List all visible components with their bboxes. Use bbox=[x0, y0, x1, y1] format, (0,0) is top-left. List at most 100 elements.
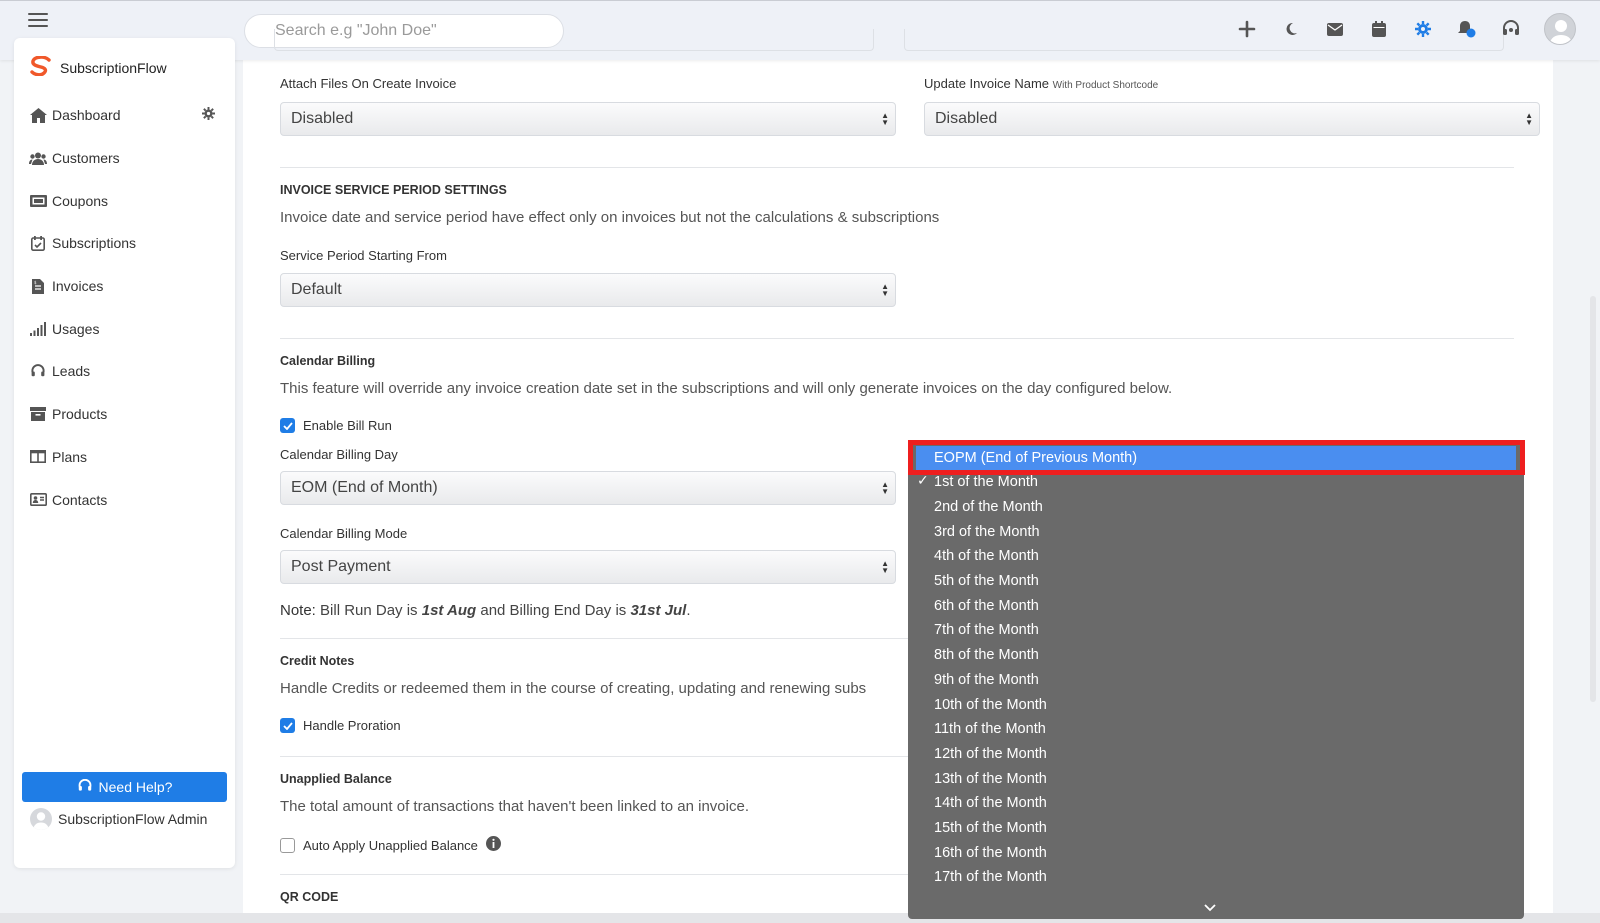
dropdown-option-label: 17th of the Month bbox=[934, 869, 1047, 886]
vertical-scrollbar[interactable] bbox=[1590, 296, 1596, 702]
update-invoice-name-sublabel: With Product Shortcode bbox=[1052, 80, 1159, 91]
info-icon[interactable] bbox=[485, 836, 501, 854]
dropdown-option-label: 16th of the Month bbox=[934, 844, 1047, 861]
dropdown-option[interactable]: 11th of the Month bbox=[908, 717, 1524, 742]
dropdown-option[interactable]: 17th of the Month bbox=[908, 865, 1524, 890]
update-invoice-name-title: Update Invoice Name bbox=[924, 76, 1050, 91]
dropdown-option-label: 14th of the Month bbox=[934, 795, 1047, 812]
dropdown-option-label: 10th of the Month bbox=[934, 696, 1047, 713]
mail-icon[interactable] bbox=[1324, 18, 1346, 40]
sidebar-item-subscriptions[interactable]: Subscriptions bbox=[28, 222, 223, 265]
auto-apply-unapplied-balance-checkbox[interactable]: Auto Apply Unapplied Balance bbox=[280, 836, 501, 854]
moon-icon[interactable] bbox=[1280, 18, 1302, 40]
plus-icon[interactable] bbox=[1236, 18, 1258, 40]
dropdown-option[interactable]: 15th of the Month bbox=[908, 816, 1524, 841]
enable-bill-run-checkbox[interactable]: Enable Bill Run bbox=[280, 418, 392, 433]
dropdown-option-label: 3rd of the Month bbox=[934, 523, 1040, 540]
dropdown-option-label: EOPM (End of Previous Month) bbox=[934, 450, 1138, 466]
service-period-select[interactable]: Default ▲ ▼ bbox=[280, 273, 896, 307]
sidebar-item-plans[interactable]: Plans bbox=[28, 436, 223, 479]
calendar-billing-mode-label: Calendar Billing Mode bbox=[280, 526, 408, 541]
sidebar-item-products[interactable]: Products bbox=[28, 393, 223, 436]
attach-files-select[interactable]: Disabled ▲ ▼ bbox=[280, 102, 896, 136]
note-prefix: Note: bbox=[280, 602, 316, 619]
dropdown-option[interactable]: 12th of the Month bbox=[908, 742, 1524, 767]
sidebar-item-customers[interactable]: Customers bbox=[28, 137, 223, 180]
checkbox-checked-icon bbox=[280, 418, 295, 433]
admin-name: SubscriptionFlow Admin bbox=[58, 811, 208, 827]
dropdown-option[interactable]: 13th of the Month bbox=[908, 766, 1524, 791]
service-period-description: Invoice date and service period have eff… bbox=[280, 209, 940, 226]
need-help-label: Need Help? bbox=[98, 779, 173, 795]
sidebar-item-label: Products bbox=[52, 406, 108, 423]
handle-proration-checkbox[interactable]: Handle Proration bbox=[280, 718, 401, 733]
dropdown-option[interactable]: 2nd of the Month bbox=[908, 495, 1524, 520]
coupon-icon bbox=[28, 192, 48, 210]
divider bbox=[280, 167, 1514, 168]
dropdown-option[interactable]: 5th of the Month bbox=[908, 569, 1524, 594]
dropdown-option[interactable]: 16th of the Month bbox=[908, 840, 1524, 865]
archive-icon bbox=[28, 405, 48, 423]
headset-icon bbox=[77, 778, 93, 796]
dropdown-option-label: 5th of the Month bbox=[934, 573, 1039, 590]
brand[interactable]: SubscriptionFlow bbox=[30, 55, 167, 79]
sidebar-item-coupons[interactable]: Coupons bbox=[28, 179, 223, 222]
sidebar-item-usages[interactable]: Usages bbox=[28, 307, 223, 350]
sidebar: SubscriptionFlow Dashboard Customers Cou… bbox=[14, 38, 235, 868]
dropdown-option-checked[interactable]: ✓ 1st of the Month bbox=[908, 470, 1524, 495]
calendar-billing-mode-select[interactable]: Post Payment ▲ ▼ bbox=[280, 550, 896, 584]
top-bar bbox=[0, 0, 1600, 60]
update-invoice-name-value: Disabled bbox=[935, 110, 998, 127]
dropdown-option[interactable]: 7th of the Month bbox=[908, 618, 1524, 643]
dropdown-option-label: 15th of the Month bbox=[934, 819, 1047, 836]
menu-toggle-icon[interactable] bbox=[28, 13, 48, 29]
sidebar-item-label: Contacts bbox=[52, 491, 108, 508]
top-actions bbox=[1236, 13, 1576, 45]
dropdown-option-selected[interactable]: EOPM (End of Previous Month) bbox=[916, 446, 1516, 470]
sidebar-item-invoices[interactable]: $ Invoices bbox=[28, 265, 223, 308]
sidebar-item-label: Leads bbox=[52, 363, 91, 380]
enable-bill-run-label: Enable Bill Run bbox=[303, 418, 392, 433]
sidebar-item-contacts[interactable]: Contacts bbox=[28, 478, 223, 521]
note-text: Bill Run Day is bbox=[320, 602, 418, 619]
update-invoice-name-label: Update Invoice Name With Product Shortco… bbox=[924, 76, 1158, 91]
dropdown-option[interactable]: 14th of the Month bbox=[908, 791, 1524, 816]
gear-icon[interactable] bbox=[1412, 18, 1434, 40]
calendar-icon[interactable] bbox=[1368, 18, 1390, 40]
dropdown-option-label: 8th of the Month bbox=[934, 647, 1039, 664]
dropdown-option[interactable]: 3rd of the Month bbox=[908, 519, 1524, 544]
calendar-billing-mode-value: Post Payment bbox=[291, 558, 391, 575]
service-period-label: Service Period Starting From bbox=[280, 248, 447, 263]
unapplied-balance-title: Unapplied Balance bbox=[280, 772, 392, 786]
sidebar-item-label: Subscriptions bbox=[52, 235, 137, 252]
update-invoice-name-select[interactable]: Disabled ▲ ▼ bbox=[924, 102, 1540, 136]
gear-icon[interactable] bbox=[202, 107, 215, 123]
user-avatar[interactable] bbox=[1544, 13, 1576, 45]
bill-run-note: Note: Bill Run Day is 1st Aug and Billin… bbox=[280, 602, 691, 619]
select-arrows-icon: ▲ ▼ bbox=[881, 559, 889, 575]
sidebar-item-dashboard[interactable]: Dashboard bbox=[28, 94, 223, 137]
divider bbox=[280, 338, 1514, 339]
dropdown-option[interactable]: 6th of the Month bbox=[908, 593, 1524, 618]
chevron-down-icon[interactable] bbox=[1204, 901, 1216, 915]
headset-icon[interactable] bbox=[1500, 18, 1522, 40]
need-help-button[interactable]: Need Help? bbox=[22, 772, 227, 802]
dropdown-option[interactable]: 4th of the Month bbox=[908, 544, 1524, 569]
checkbox-unchecked-icon bbox=[280, 837, 295, 853]
calendar-billing-description: This feature will override any invoice c… bbox=[280, 380, 1173, 397]
dropdown-option[interactable]: 9th of the Month bbox=[908, 668, 1524, 693]
dropdown-option-label: 9th of the Month bbox=[934, 671, 1039, 688]
sidebar-item-label: Customers bbox=[52, 150, 120, 167]
sidebar-item-leads[interactable]: Leads bbox=[28, 350, 223, 393]
notification-bell-icon[interactable] bbox=[1456, 18, 1478, 40]
calendar-billing-title: Calendar Billing bbox=[280, 354, 376, 368]
unapplied-balance-description: The total amount of transactions that ha… bbox=[280, 798, 749, 815]
service-period-title: INVOICE SERVICE PERIOD SETTINGS bbox=[280, 183, 507, 197]
dropdown-option[interactable]: 8th of the Month bbox=[908, 643, 1524, 668]
dropdown-option-label: 4th of the Month bbox=[934, 548, 1039, 565]
select-arrows-icon: ▲ ▼ bbox=[881, 480, 889, 496]
calendar-billing-day-select[interactable]: EOM (End of Month) ▲ ▼ bbox=[280, 471, 896, 505]
admin-user[interactable]: SubscriptionFlow Admin bbox=[30, 808, 207, 830]
dropdown-option[interactable]: 10th of the Month bbox=[908, 692, 1524, 717]
checkmark-icon: ✓ bbox=[917, 472, 929, 488]
